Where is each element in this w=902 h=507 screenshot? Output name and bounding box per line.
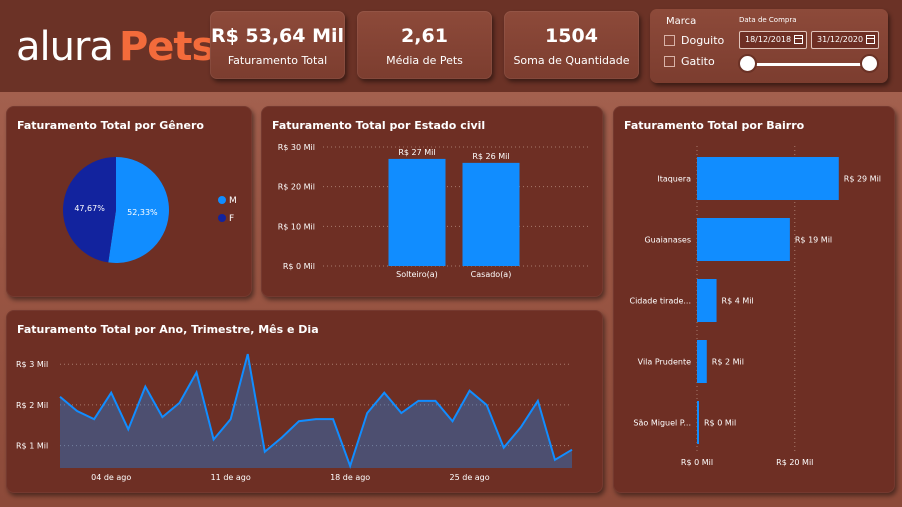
alura-pets-logo: alura Pets [16,22,215,72]
y-tick-label: São Miguel P... [633,419,691,428]
kpi-value: 1504 [545,25,598,47]
kpi-value: R$ 53,64 Mil [210,25,345,47]
card-faturamento-bairro: Faturamento Total por Bairro R$ 0 Mil R$ … [613,106,895,493]
legend-label: M [229,196,237,206]
bar-data-label: R$ 29 Mil [844,175,881,184]
bar-bairro[interactable] [697,157,839,200]
bar-data-label: R$ 27 Mil [398,148,435,157]
x-tick-label: 04 de ago [91,473,131,482]
y-tick-label: Itaquera [657,175,691,184]
x-tick-label: R$ 20 Mil [776,458,813,467]
x-tick-label: R$ 0 Mil [681,458,713,467]
area-fill [60,354,572,468]
pie-data-label: 52,33% [127,208,158,217]
kpi-card-faturamento[interactable]: R$ 53,64 Mil Faturamento Total [210,11,345,79]
y-tick-label: R$ 3 Mil [16,360,48,369]
checkbox-icon[interactable] [664,56,675,67]
legend-marker [218,214,226,222]
bar-bairro[interactable] [697,218,790,261]
kpi-label: Soma de Quantidade [513,54,630,67]
y-tick-label: R$ 0 Mil [283,262,315,271]
bar-chart-bairro: R$ 0 Mil R$ 20 Mil Itaquera R$ 29 Mil Guaian… [629,146,881,467]
x-tick-label: 18 de ago [330,473,370,482]
bar-bairro[interactable] [697,279,717,322]
legend-label: F [229,214,234,224]
checkbox-icon[interactable] [664,35,675,46]
calendar-icon[interactable] [866,35,875,44]
y-tick-label: R$ 2 Mil [16,401,48,410]
calendar-icon[interactable] [794,35,803,44]
kpi-label: Média de Pets [386,54,463,67]
y-tick-label: Vila Prudente [638,358,691,367]
card-faturamento-estado-civil: Faturamento Total por Estado civil R$ 0 … [261,106,603,297]
y-tick-label: R$ 1 Mil [16,442,48,451]
pie-data-label: 47,67% [74,204,105,213]
bar-bairro[interactable] [697,401,699,444]
date-range-slider-track[interactable] [746,63,870,66]
bar-solteiroa[interactable] [388,158,446,266]
kpi-card-media-pets[interactable]: 2,61 Média de Pets [357,11,492,79]
x-tick-label: 25 de ago [450,473,490,482]
kpi-label: Faturamento Total [227,54,328,67]
legend-marker [218,196,226,204]
date-end-value: 31/12/2020 [817,35,864,44]
bar-bairro[interactable] [697,340,707,383]
marca-option-label: Doguito [681,34,725,47]
bar-data-label: R$ 0 Mil [704,419,736,428]
date-end-input[interactable]: 31/12/2020 [811,31,879,49]
y-tick-label: R$ 10 Mil [278,222,315,231]
y-tick-label: Cidade tirade... [629,297,691,306]
x-tick-label: Solteiro(a) [396,270,438,279]
marca-option-gatito[interactable]: Gatito [664,55,715,68]
x-tick-label: Casado(a) [471,270,512,279]
bar-chart-estado-civil: R$ 0 Mil R$ 10 Mil R$ 20 Mil R$ 30 Mil R$ 27… [278,143,591,279]
logo-alura-text: alura [16,24,114,70]
date-start-value: 18/12/2018 [745,35,792,44]
kpi-value: 2,61 [401,25,448,47]
y-tick-label: Guaianases [644,236,691,245]
logo-pets-text: Pets [118,24,215,70]
y-tick-label: R$ 20 Mil [278,183,315,192]
bar-casadoa[interactable] [462,162,520,266]
area-chart-tempo: R$ 1 Mil R$ 2 Mil R$ 3 Mil 04 de ago 11 de a… [16,353,573,482]
date-range-start-handle[interactable] [738,54,757,73]
marca-filter-title: Marca [666,16,697,27]
kpi-card-quantidade[interactable]: 1504 Soma de Quantidade [504,11,639,79]
bar-data-label: R$ 4 Mil [722,297,754,306]
card-faturamento-tempo: Faturamento Total por Ano, Trimestre, Mê… [6,310,603,493]
x-tick-label: 11 de ago [211,473,251,482]
marca-option-doguito[interactable]: Doguito [664,34,724,47]
date-range-end-handle[interactable] [860,54,879,73]
bar-data-label: R$ 2 Mil [712,358,744,367]
marca-option-label: Gatito [681,55,715,68]
filter-panel: Marca Doguito Gatito Data de Compra 18/1… [650,9,888,83]
card-faturamento-genero: Faturamento Total por Gênero 52,33% 47,67… [6,106,252,297]
y-tick-label: R$ 30 Mil [278,143,315,152]
bar-data-label: R$ 19 Mil [795,236,832,245]
pie-chart-genero: 52,33% 47,67% MF [62,157,237,263]
date-start-input[interactable]: 18/12/2018 [739,31,807,49]
date-filter-title: Data de Compra [739,16,797,24]
bar-data-label: R$ 26 Mil [472,152,509,161]
